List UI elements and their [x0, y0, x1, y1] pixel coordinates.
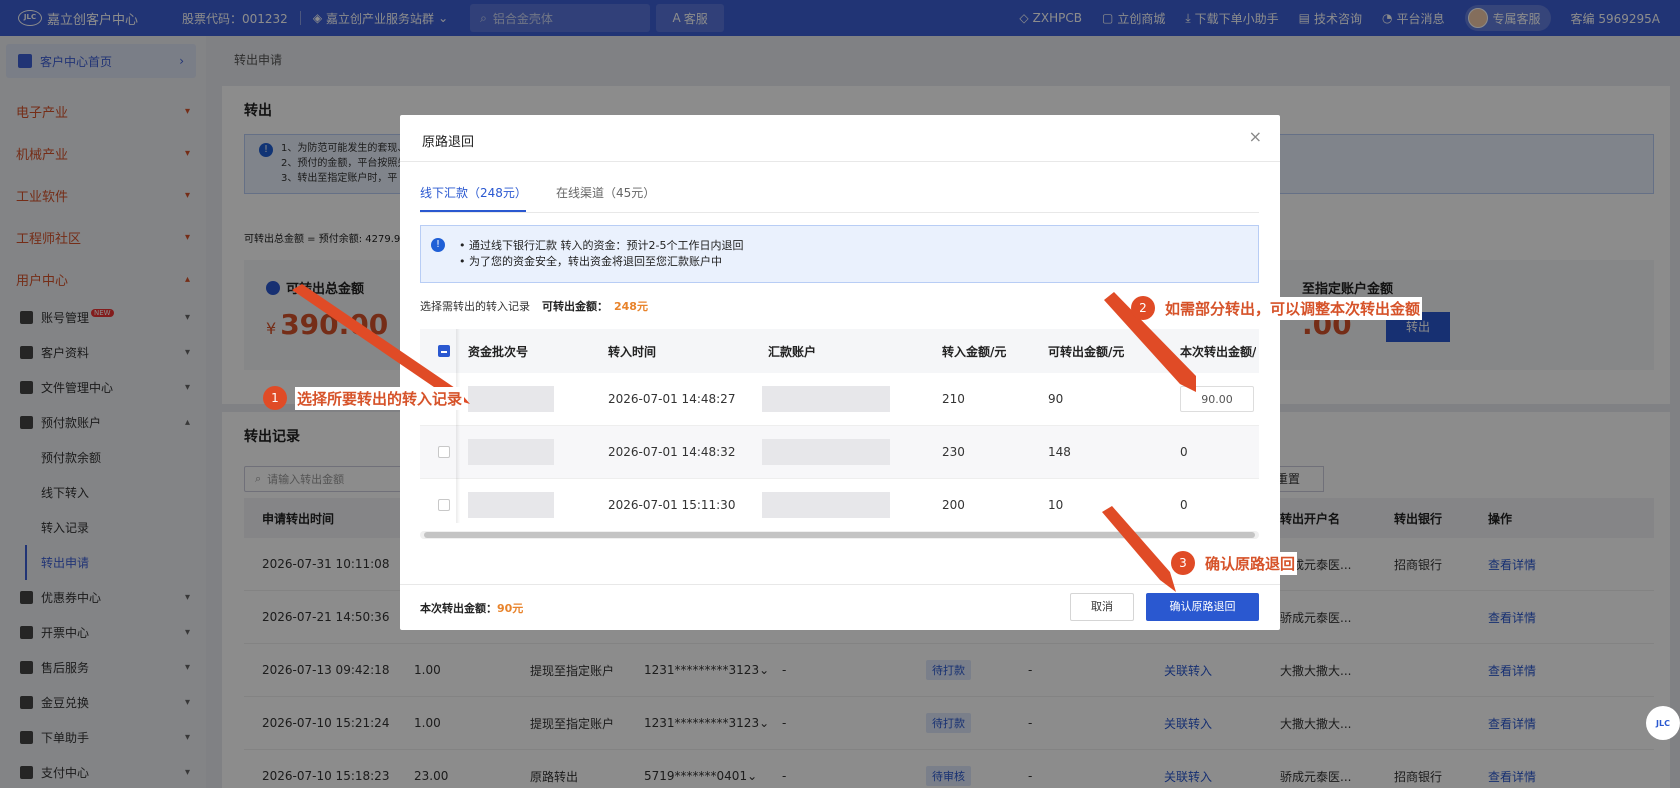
annotation-step-2: 2 如需部分转出，可以调整本次转出金额 — [1131, 296, 1423, 320]
refund-row[interactable]: 2026-07-01 14:48:32 230 148 0 — [420, 426, 1259, 479]
tab-underline-base — [420, 212, 1259, 213]
row-out-amount: 0 — [1180, 426, 1188, 478]
tab-online[interactable]: 在线渠道（45元） — [556, 184, 655, 201]
row-account-masked — [762, 426, 890, 478]
step-number: 3 — [1171, 551, 1195, 575]
step-number: 1 — [263, 386, 287, 410]
masked-account — [762, 439, 890, 465]
info-line: • 通过线下银行汇款 转入的资金：预计2-5个工作日内退回 — [459, 239, 744, 252]
row-account-masked — [762, 479, 890, 523]
row-in-amount-text: 210 — [942, 392, 965, 406]
select-label: 选择需转出的转入记录 — [420, 300, 530, 313]
modal-info-box: ! • 通过线下银行汇款 转入的资金：预计2-5个工作日内退回 • 为了您的资金… — [420, 225, 1259, 283]
annotation-step-1: 1 选择所要转出的转入记录 — [263, 386, 465, 410]
row-out-amount-text: 0 — [1180, 498, 1188, 512]
row-in-amount: 200 — [942, 479, 965, 523]
row-out-amount: 0 — [1180, 479, 1188, 523]
footer-label: 本次转出金额： — [420, 602, 497, 615]
select-hint: 选择需转出的转入记录 可转出金额： 248元 — [420, 298, 648, 314]
refund-table: 资金批次号 转入时间 汇款账户 转入金额/元 可转出金额/元 本次转出金额/ 2… — [420, 329, 1259, 523]
select-all-checkbox[interactable] — [438, 345, 450, 357]
float-logo-icon[interactable]: JLC — [1646, 706, 1680, 740]
row-account-masked — [762, 373, 890, 425]
tab-active-indicator — [420, 210, 526, 212]
row-in-amount: 210 — [942, 373, 965, 425]
row-checkbox-cell[interactable] — [438, 479, 450, 523]
row-in-amount: 230 — [942, 426, 965, 478]
col-account: 汇款账户 — [768, 344, 817, 359]
confirm-refund-button[interactable]: 确认原路退回 — [1146, 593, 1259, 621]
row-avail-amount: 90 — [1048, 373, 1063, 425]
row-in-time: 2026-07-01 14:48:32 — [608, 426, 735, 478]
row-in-time: 2026-07-01 15:11:30 — [608, 479, 735, 523]
step-text: 选择所要转出的转入记录 — [295, 386, 465, 410]
row-in-time-text: 2026-07-01 14:48:27 — [608, 392, 736, 406]
row-avail-amount: 10 — [1048, 479, 1063, 523]
row-in-time-text: 2026-07-01 14:48:32 — [608, 445, 736, 459]
close-icon[interactable]: × — [1249, 127, 1262, 146]
select-all-cell[interactable] — [438, 329, 450, 373]
modal-title: 原路退回 — [422, 135, 475, 150]
row-batch-masked — [468, 479, 554, 523]
available-label: 可转出金额： — [542, 300, 608, 313]
row-in-time-text: 2026-07-01 15:11:30 — [608, 498, 736, 512]
refund-row[interactable]: 2026-07-01 14:48:27 210 90 90.00 — [420, 373, 1259, 426]
row-avail-amount: 148 — [1048, 426, 1071, 478]
row-avail-amount-text: 10 — [1048, 498, 1064, 512]
row-checkbox[interactable] — [438, 446, 450, 458]
footer-amount: 本次转出金额：90元 — [420, 600, 523, 616]
table-horizontal-scrollbar[interactable] — [420, 531, 1259, 539]
row-checkbox-cell[interactable] — [438, 426, 450, 478]
step-text: 确认原路退回 — [1203, 551, 1298, 575]
tab-offline[interactable]: 线下汇款（248元） — [420, 184, 527, 201]
masked-account — [762, 386, 890, 412]
row-batch-masked — [468, 426, 554, 478]
row-avail-amount-text: 90 — [1048, 392, 1064, 406]
annotation-step-3: 3 确认原路退回 — [1171, 551, 1298, 575]
available-amount: 248元 — [614, 300, 648, 313]
masked-batch — [468, 386, 554, 412]
divider — [400, 584, 1280, 585]
row-avail-amount-text: 148 — [1048, 445, 1071, 459]
row-out-amount[interactable]: 90.00 — [1180, 373, 1254, 425]
masked-batch — [468, 492, 554, 518]
out-amount-input[interactable]: 90.00 — [1180, 386, 1254, 412]
fixed-column-shadow — [456, 329, 460, 523]
step-text: 如需部分转出，可以调整本次转出金额 — [1163, 296, 1423, 320]
masked-account — [762, 492, 890, 518]
info-line: • 为了您的资金安全，转出资金将退回至您汇款账户中 — [459, 255, 722, 268]
col-out-amount: 本次转出金额/ — [1180, 344, 1257, 359]
refund-modal: 原路退回 × 线下汇款（248元） 在线渠道（45元） ! • 通过线下银行汇款… — [400, 115, 1280, 630]
col-batch: 资金批次号 — [468, 344, 529, 359]
step-number: 2 — [1131, 296, 1155, 320]
row-in-amount-text: 200 — [942, 498, 965, 512]
info-icon: ! — [431, 238, 445, 252]
col-avail-amount: 可转出金额/元 — [1048, 344, 1125, 359]
divider — [400, 161, 1280, 162]
row-in-amount-text: 230 — [942, 445, 965, 459]
row-in-time: 2026-07-01 14:48:27 — [608, 373, 735, 425]
scrollbar-thumb[interactable] — [424, 532, 1255, 538]
refund-table-header: 资金批次号 转入时间 汇款账户 转入金额/元 可转出金额/元 本次转出金额/ — [420, 329, 1259, 373]
col-in-amount: 转入金额/元 — [942, 344, 1007, 359]
masked-batch — [468, 439, 554, 465]
col-in-time: 转入时间 — [608, 344, 657, 359]
refund-row[interactable]: 2026-07-01 15:11:30 200 10 0 — [420, 479, 1259, 523]
row-checkbox[interactable] — [438, 499, 450, 511]
footer-amount-value: 90元 — [497, 602, 524, 615]
row-batch-masked — [468, 373, 554, 425]
row-out-amount-text: 0 — [1180, 445, 1188, 459]
cancel-button[interactable]: 取消 — [1070, 593, 1134, 621]
